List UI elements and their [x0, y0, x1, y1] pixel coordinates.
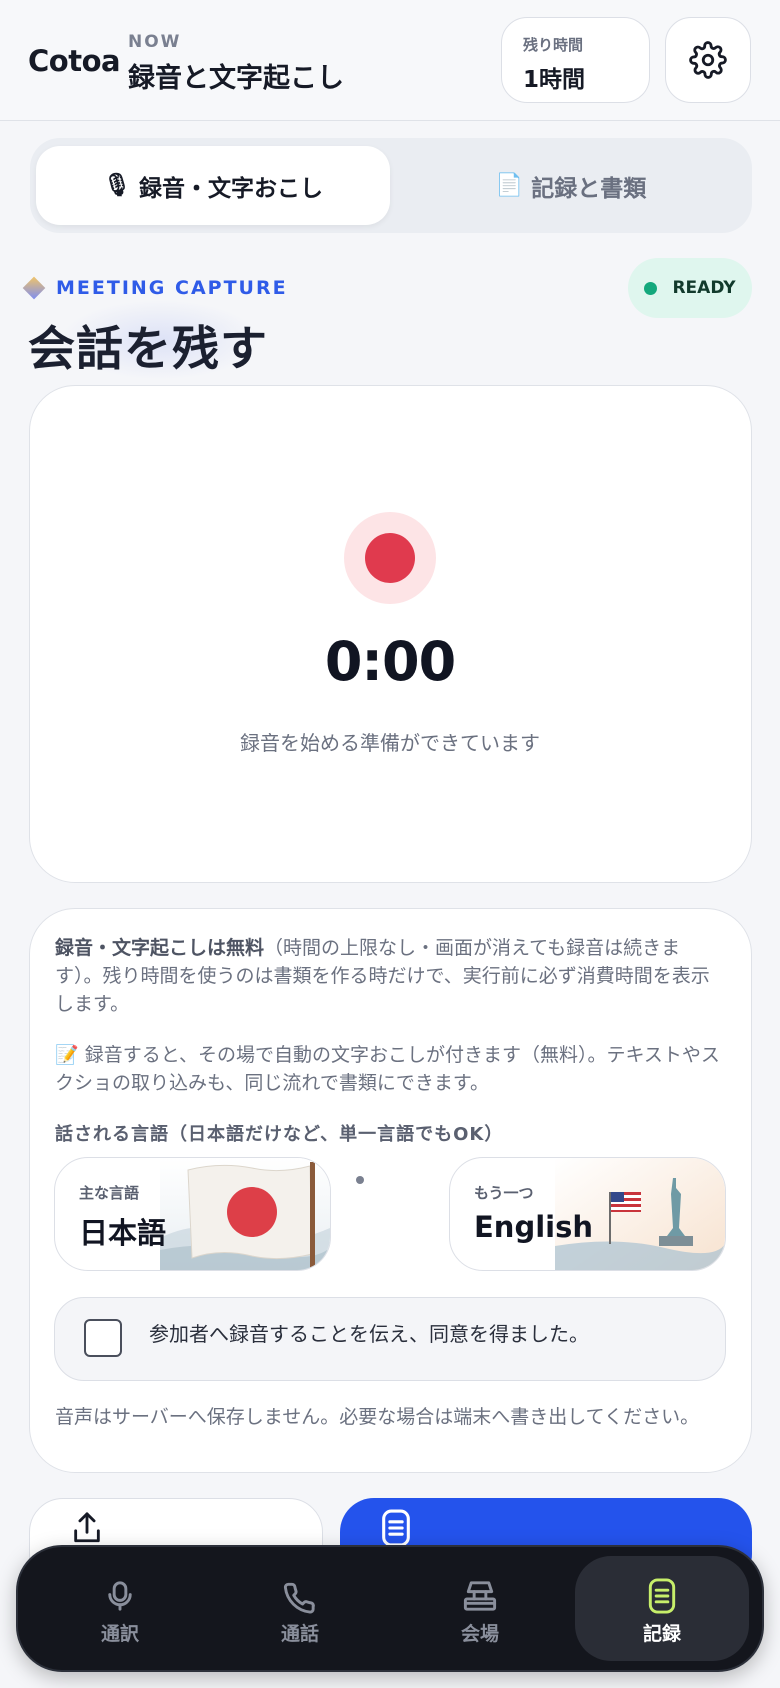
nav-label-venue: 会場: [460, 1623, 499, 1645]
consent-checkbox[interactable]: [84, 1319, 122, 1357]
tab-recording[interactable]: 🎙 録音・文字おこし: [36, 146, 390, 225]
status-dot-icon: [644, 281, 658, 295]
diamond-icon: [22, 276, 46, 300]
nav-label-call: 通話: [280, 1623, 319, 1645]
transcription-note-text: 録音すると、その場で自動の文字おこしが付きます（無料）。テキストやスクショの取り…: [55, 1044, 720, 1094]
mode-tabs: 🎙 録音・文字おこし 📄 記録と書類: [30, 138, 752, 233]
gear-icon: [689, 41, 727, 79]
record-dot-icon[interactable]: [365, 533, 415, 583]
phone-icon: [283, 1582, 315, 1614]
nav-item-interpret[interactable]: 通訳: [40, 1577, 200, 1657]
share-upload-icon: [74, 1512, 100, 1543]
tab-recording-label: 録音・文字おこし: [138, 175, 323, 202]
status-text: READY: [672, 278, 736, 298]
nav-item-records[interactable]: 記録: [582, 1577, 742, 1657]
japan-flag-illustration: [160, 1158, 330, 1270]
pricing-note-bold: 録音・文字起こしは無料: [55, 937, 265, 959]
remaining-time-badge[interactable]: 残り時間 1時間: [501, 17, 650, 103]
nav-item-call[interactable]: 通話: [220, 1577, 380, 1657]
nav-label-records: 記録: [642, 1623, 681, 1645]
document-list-icon: [382, 1509, 410, 1547]
page-title: 会話を残す: [28, 322, 268, 377]
nav-item-venue[interactable]: 会場: [400, 1577, 560, 1657]
tab-records-documents[interactable]: 📄 記録と書類: [396, 146, 746, 225]
document-icon: 📄: [495, 173, 524, 198]
memo-icon: 📝: [55, 1044, 79, 1066]
secondary-language-label: もう一つ: [474, 1184, 534, 1202]
remaining-time-value: 1時間: [523, 67, 586, 93]
pricing-note: 録音・文字起こしは無料（時間の上限なし・画面が消えても録音は続きます）。残り時間…: [55, 934, 725, 1018]
document-list-icon: [648, 1578, 676, 1614]
primary-language-value: 日本語: [79, 1216, 167, 1250]
primary-language-label: 主な言語: [79, 1184, 140, 1202]
section-eyebrow: MEETING CAPTURE: [56, 277, 288, 299]
consent-text: 参加者へ録音することを伝え、同意を得ました。: [149, 1322, 589, 1346]
language-heading: 話される言語（日本語だけなど、単一言語でもOK）: [55, 1124, 504, 1145]
settings-button[interactable]: [665, 17, 751, 103]
venue-icon: [463, 1581, 497, 1611]
brand-logo: Cotoa: [28, 44, 121, 78]
current-mode-title: 録音と文字起こし: [128, 63, 344, 94]
transcription-note: 📝 録音すると、その場で自動の文字おこしが付きます（無料）。テキストやスクショの…: [55, 1041, 725, 1097]
status-badge: READY: [628, 258, 752, 318]
microphone-icon: [108, 1581, 132, 1611]
primary-language-selector[interactable]: 主な言語 日本語: [54, 1157, 331, 1271]
remaining-time-label: 残り時間: [523, 36, 584, 54]
tab-records-label: 記録と書類: [531, 175, 647, 202]
microphone-icon: 🎙: [103, 173, 131, 198]
secondary-language-value: English: [474, 1210, 594, 1244]
top-header: Cotoa NOW 録音と文字起こし 残り時間 1時間: [0, 0, 780, 121]
nav-label-interpret: 通訳: [100, 1623, 139, 1645]
recording-timer: 0:00: [324, 630, 456, 693]
now-label: NOW: [128, 32, 182, 52]
privacy-note: 音声はサーバーへ保存しません。必要な場合は端末へ書き出してください。: [55, 1406, 700, 1428]
secondary-language-selector[interactable]: もう一つ English: [449, 1157, 726, 1271]
recorder-status-text: 録音を始める準備ができています: [240, 731, 540, 755]
separator-dot: [356, 1176, 364, 1184]
